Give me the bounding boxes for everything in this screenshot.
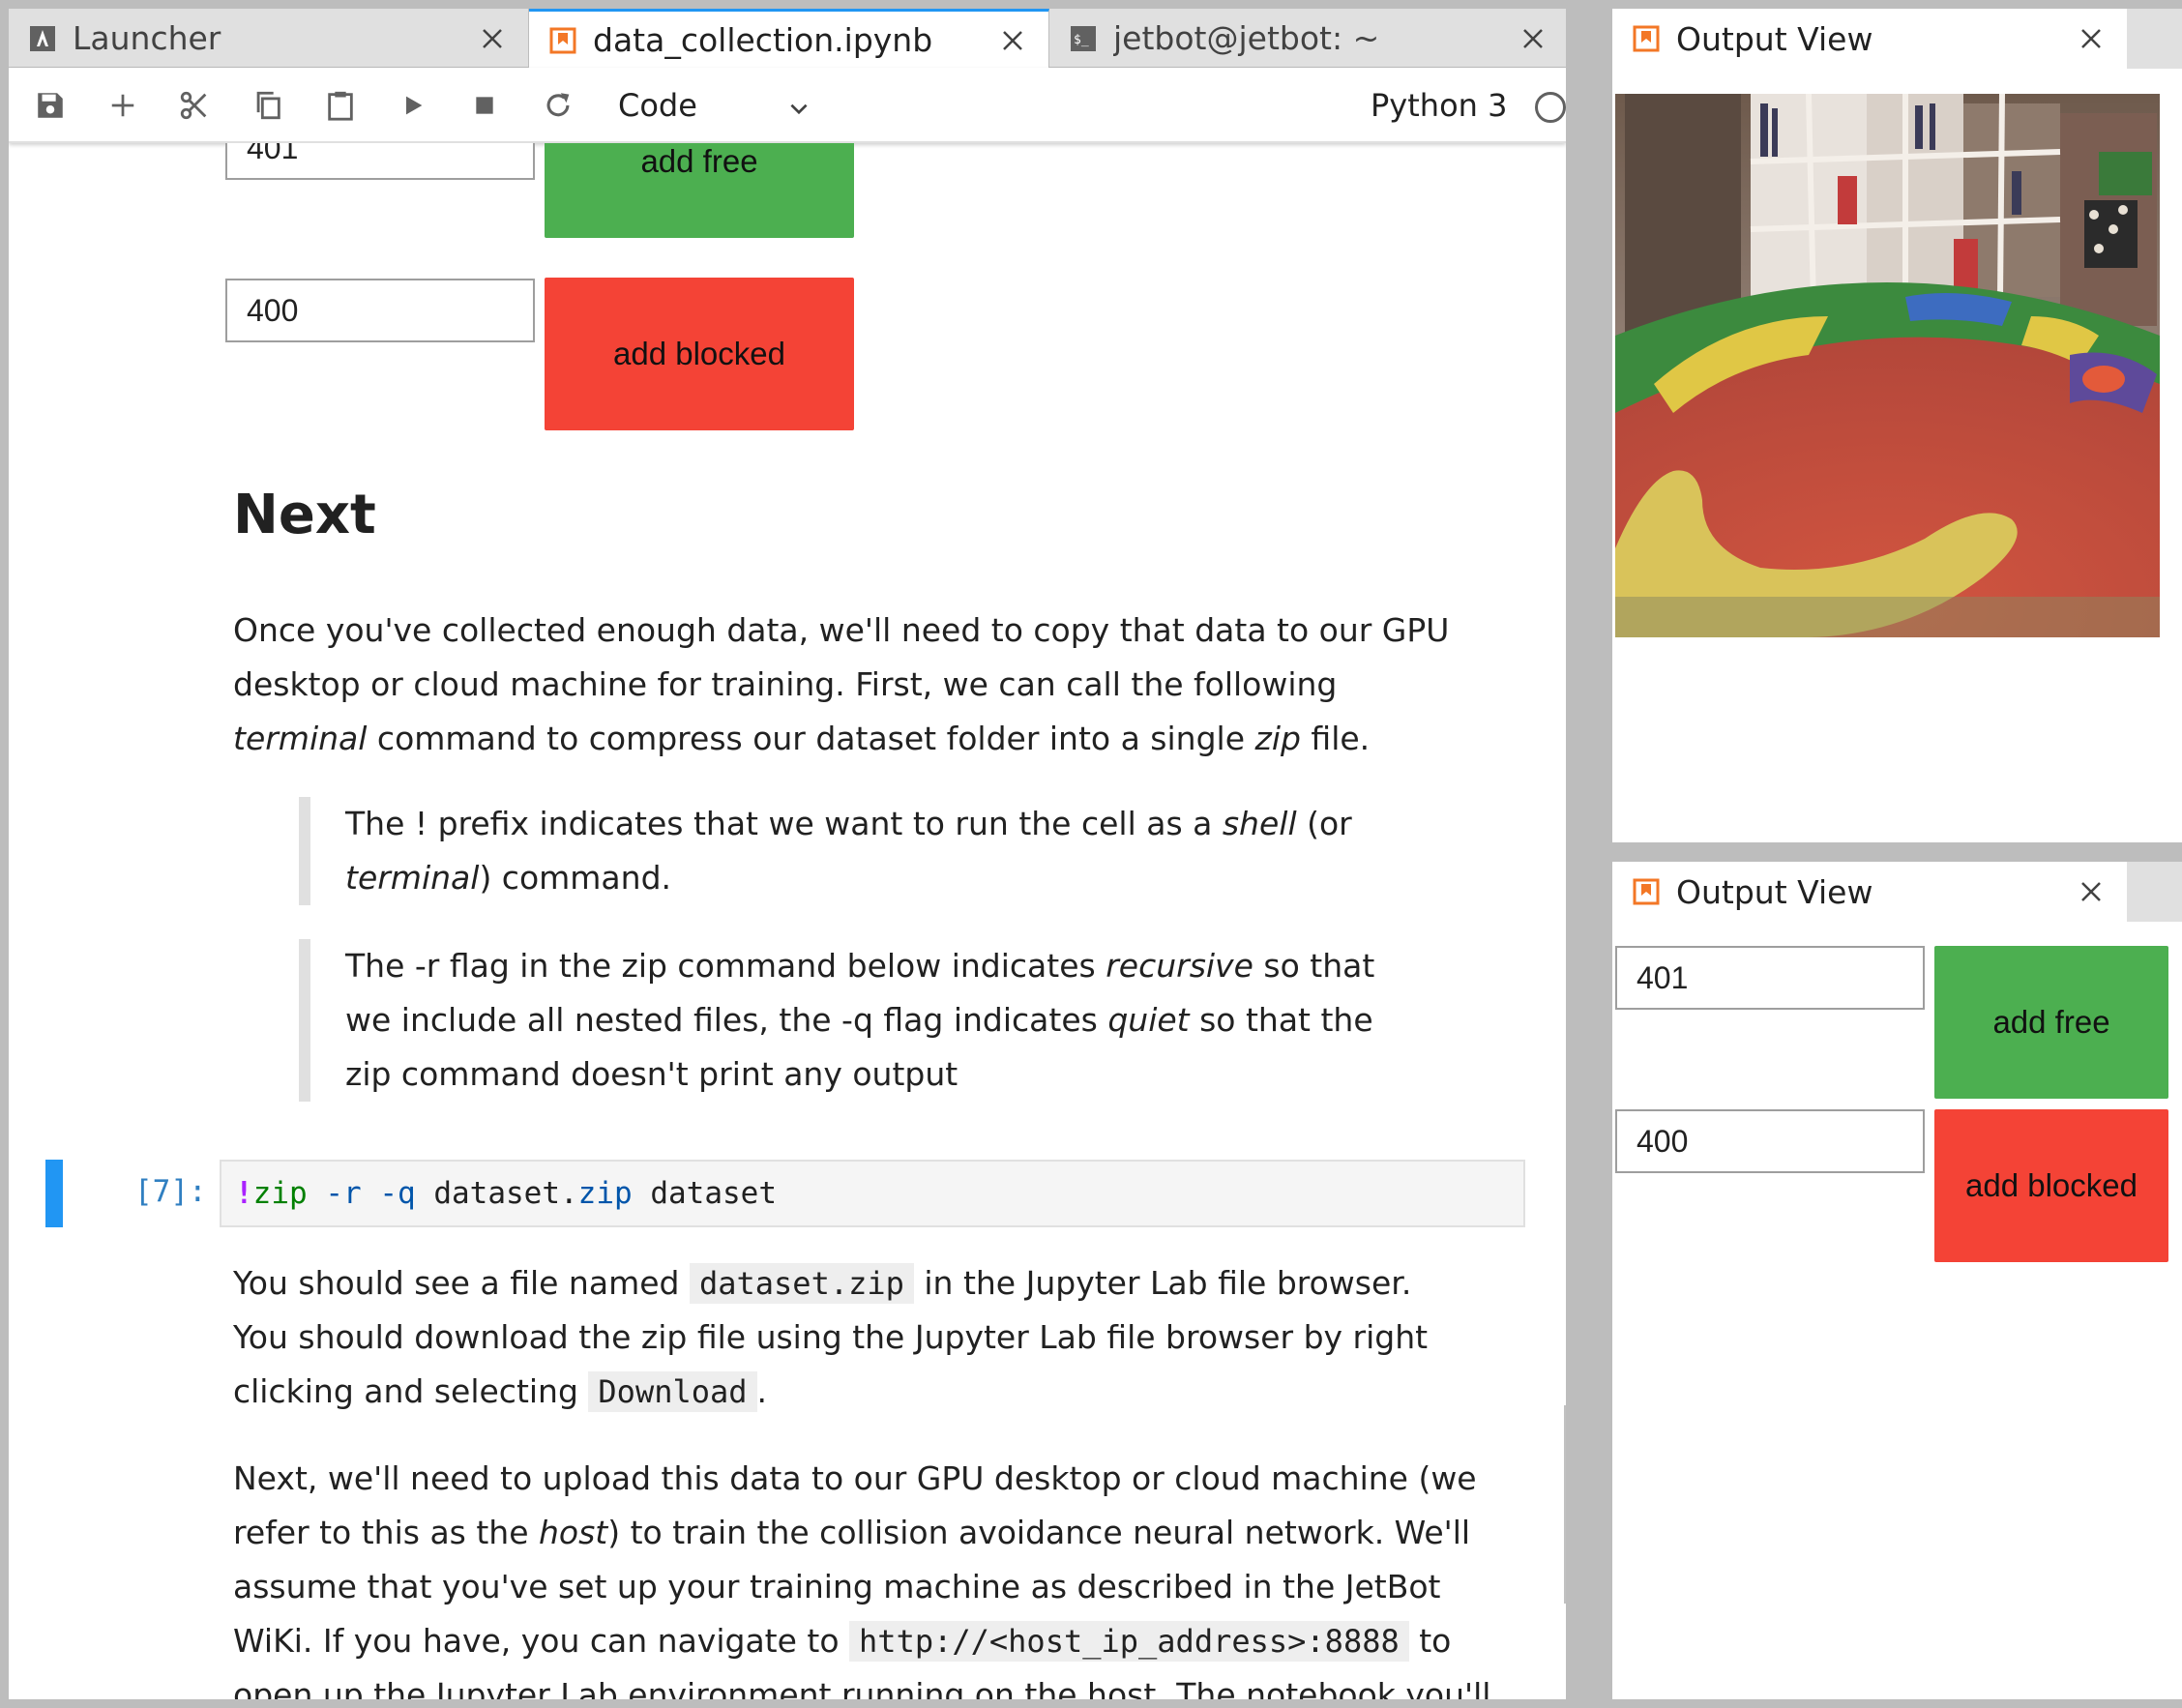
close-icon[interactable] <box>998 26 1027 55</box>
cell-prompt: [7]: <box>134 1174 207 1209</box>
tab-label: Launcher <box>73 19 221 57</box>
camera-feed-image <box>1615 94 2160 637</box>
close-icon[interactable] <box>1519 24 1548 53</box>
paste-icon[interactable] <box>321 86 360 125</box>
notebook-icon <box>1632 24 1661 53</box>
blockquote: The -r flag in the zip command below ind… <box>299 939 1382 1102</box>
free-count-field[interactable]: 401 <box>1615 946 1925 1010</box>
code-editor[interactable]: !zip -r -q dataset.zip dataset <box>220 1160 1525 1227</box>
tab-bar: Launcher data_collection.ipynb $_ jetbot… <box>9 9 1566 69</box>
add-cell-icon[interactable] <box>103 86 142 125</box>
tab-terminal[interactable]: $_ jetbot@jetbot: ~ <box>1049 9 1566 68</box>
restart-icon[interactable] <box>539 86 577 125</box>
tab-bar: Output View <box>1612 862 2182 922</box>
tab-label: Output View <box>1676 872 1873 911</box>
notebook-icon <box>1632 877 1661 906</box>
free-count-field[interactable]: 401 <box>225 143 535 180</box>
chevron-down-icon <box>786 93 811 130</box>
cell-type-label: Code <box>618 87 697 124</box>
notebook-panel: Launcher data_collection.ipynb $_ jetbot… <box>9 9 1566 1699</box>
copy-icon[interactable] <box>249 86 287 125</box>
stop-icon[interactable] <box>465 86 504 125</box>
notebook-toolbar: Code Python 3 <box>9 68 1566 143</box>
section-heading: Next <box>233 484 376 546</box>
kernel-status-icon <box>1535 92 1566 123</box>
blocked-count-field[interactable]: 400 <box>1615 1109 1925 1173</box>
markdown-paragraph: Once you've collected enough data, we'll… <box>233 611 1450 757</box>
close-icon[interactable] <box>2077 24 2106 53</box>
tab-launcher[interactable]: Launcher <box>9 9 529 68</box>
add-free-button[interactable]: add free <box>1934 946 2168 1099</box>
cut-icon[interactable] <box>175 86 214 125</box>
notebook-content: 401 add free 400 add blocked Next Once y… <box>9 143 1556 1699</box>
scroll-thumb[interactable] <box>1564 1405 1566 1604</box>
run-icon[interactable] <box>394 86 432 125</box>
blockquote: The ! prefix indicates that we want to r… <box>299 797 1382 905</box>
markdown-paragraph: Next, we'll need to upload this data to … <box>233 1459 1491 1699</box>
tab-label: Output View <box>1676 19 1873 58</box>
tab-data-collection[interactable]: data_collection.ipynb <box>529 9 1049 69</box>
tab-output-view[interactable]: Output View <box>1612 9 2127 69</box>
kernel-name[interactable]: Python 3 <box>1371 87 1507 124</box>
output-view-widgets: Output View 401 add free 400 add blocked <box>1612 862 2182 1699</box>
tab-output-view[interactable]: Output View <box>1612 862 2127 922</box>
cell-type-select[interactable]: Code <box>618 83 811 128</box>
save-icon[interactable] <box>31 86 70 125</box>
tab-bar: Output View <box>1612 9 2182 69</box>
terminal-icon: $_ <box>1069 24 1098 53</box>
notebook-icon <box>548 26 577 55</box>
markdown-paragraph: You should see a file named dataset.zip … <box>233 1263 1429 1412</box>
launcher-icon <box>28 24 57 53</box>
tab-label: data_collection.ipynb <box>593 21 933 59</box>
blocked-count-field[interactable]: 400 <box>225 279 535 342</box>
close-icon[interactable] <box>2077 877 2106 906</box>
add-free-button[interactable]: add free <box>545 143 854 238</box>
output-view-camera: Output View <box>1612 9 2182 842</box>
add-blocked-button[interactable]: add blocked <box>545 278 854 430</box>
notebook-scrollbar[interactable] <box>1558 143 1566 1699</box>
tab-label: jetbot@jetbot: ~ <box>1113 19 1380 57</box>
svg-text:$_: $_ <box>1074 33 1089 47</box>
close-icon[interactable] <box>478 24 507 53</box>
active-cell-marker <box>45 1160 63 1227</box>
add-blocked-button[interactable]: add blocked <box>1934 1109 2168 1262</box>
